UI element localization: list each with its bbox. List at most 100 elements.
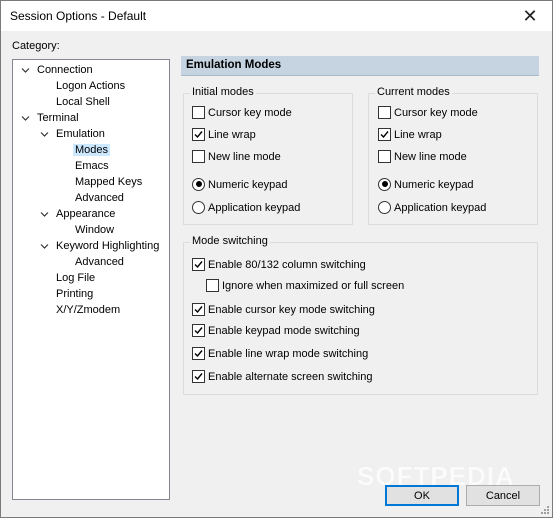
title-bar: Session Options - Default ✕	[1, 1, 552, 31]
initial-numeric-keypad-radio[interactable]: Numeric keypad	[192, 177, 287, 193]
tree-item-label: Local Shell	[56, 96, 110, 108]
ok-button[interactable]: OK	[385, 485, 459, 506]
current-line-wrap-checkbox[interactable]: Line wrap	[378, 127, 442, 143]
radio-circle	[192, 177, 205, 191]
section-header: Emulation Modes	[181, 56, 539, 76]
cancel-label: Cancel	[485, 489, 521, 502]
current-application-keypad-radio[interactable]: Application keypad	[378, 200, 486, 216]
tree-item[interactable]: Printing	[54, 287, 95, 302]
checkbox-box	[192, 369, 205, 383]
current-new-line-mode-checkbox[interactable]: New line mode	[378, 149, 467, 165]
section-title: Emulation Modes	[186, 59, 282, 71]
tree-item[interactable]: Connection	[21, 63, 95, 78]
tree-item[interactable]: Local Shell	[54, 95, 112, 110]
tree-item[interactable]: Window	[73, 223, 116, 238]
checkbox-label: Line wrap	[394, 129, 442, 141]
initial-application-keypad-radio[interactable]: Application keypad	[192, 200, 300, 216]
tree-item[interactable]: Log File	[54, 271, 97, 286]
radio-circle	[378, 177, 391, 191]
tree-item[interactable]: Advanced	[73, 255, 126, 270]
checkbox-label: New line mode	[394, 151, 467, 163]
enable-alt-screen-switching-checkbox[interactable]: Enable alternate screen switching	[192, 369, 372, 385]
enable-80-132-checkbox[interactable]: Enable 80/132 column switching	[192, 257, 366, 273]
checkbox-box	[378, 105, 391, 119]
tree-item[interactable]: Terminal	[21, 111, 81, 126]
tree-item-label: X/Y/Zmodem	[56, 304, 121, 316]
radio-circle	[378, 200, 391, 214]
session-options-dialog: Session Options - Default ✕ Category: Co…	[0, 0, 553, 518]
tree-item[interactable]: Emulation	[40, 127, 107, 142]
ok-label: OK	[414, 489, 430, 502]
tree-item-label: Appearance	[56, 208, 116, 220]
radio-label: Application keypad	[208, 202, 301, 214]
close-button[interactable]: ✕	[508, 1, 552, 31]
tree-item[interactable]: Mapped Keys	[73, 175, 144, 190]
tree-item-label: Connection	[37, 64, 93, 76]
checkbox-label: Enable keypad mode switching	[208, 325, 360, 337]
checkbox-box	[206, 278, 219, 292]
checkbox-label: Cursor key mode	[394, 107, 478, 119]
tree-item-label: Terminal	[37, 112, 79, 124]
enable-line-wrap-switching-checkbox[interactable]: Enable line wrap mode switching	[192, 346, 368, 362]
checkbox-box	[192, 257, 205, 271]
radio-circle	[192, 200, 205, 214]
tree-item[interactable]: Appearance	[40, 207, 117, 222]
current-numeric-keypad-radio[interactable]: Numeric keypad	[378, 177, 473, 193]
category-label: Category:	[12, 40, 60, 52]
tree-item-label: Logon Actions	[56, 80, 126, 92]
checkbox-box	[192, 149, 205, 163]
tree-item[interactable]: X/Y/Zmodem	[54, 303, 122, 318]
checkbox-label: Enable 80/132 column switching	[208, 259, 366, 271]
chevron-down-icon[interactable]	[21, 66, 30, 75]
mode-switching-title: Mode switching	[190, 235, 270, 247]
checkbox-box	[378, 149, 391, 163]
enable-cursor-key-switching-checkbox[interactable]: Enable cursor key mode switching	[192, 302, 375, 318]
checkbox-label: Ignore when maximized or full screen	[222, 280, 405, 292]
tree-item-label: Advanced	[75, 192, 124, 204]
checkbox-label: Enable line wrap mode switching	[208, 348, 369, 360]
checkbox-box	[192, 323, 205, 337]
checkbox-label: New line mode	[208, 151, 281, 163]
category-tree[interactable]: Connection Logon Actions Local Shell Termin…	[12, 59, 170, 500]
tree-item-label: Printing	[56, 288, 94, 300]
tree-item-label: Keyword Highlighting	[56, 240, 160, 252]
radio-label: Application keypad	[394, 202, 487, 214]
current-modes-title: Current modes	[375, 86, 452, 98]
chevron-down-icon[interactable]	[40, 242, 49, 251]
chevron-down-icon[interactable]	[40, 130, 49, 139]
radio-label: Numeric keypad	[208, 179, 288, 191]
initial-modes-title: Initial modes	[190, 86, 256, 98]
checkbox-box	[192, 127, 205, 141]
checkbox-box	[192, 346, 205, 360]
window-title: Session Options - Default	[10, 9, 147, 23]
ignore-maximized-checkbox[interactable]: Ignore when maximized or full screen	[206, 278, 404, 294]
cancel-button[interactable]: Cancel	[466, 485, 540, 506]
tree-item-label: Window	[75, 224, 115, 236]
checkbox-box	[378, 127, 391, 141]
checkbox-label: Enable cursor key mode switching	[208, 304, 375, 316]
tree-item-label: Modes	[73, 144, 111, 156]
tree-item[interactable]: Modes	[73, 143, 111, 158]
resize-grip-icon[interactable]	[540, 505, 550, 515]
chevron-down-icon[interactable]	[21, 114, 30, 123]
tree-item-label: Emulation	[56, 128, 105, 140]
checkbox-box	[192, 105, 205, 119]
initial-cursor-key-mode-checkbox[interactable]: Cursor key mode	[192, 105, 292, 121]
tree-item-label: Mapped Keys	[75, 176, 143, 188]
initial-new-line-mode-checkbox[interactable]: New line mode	[192, 149, 281, 165]
tree-item-label: Emacs	[75, 160, 109, 172]
radio-label: Numeric keypad	[394, 179, 474, 191]
tree-item-label: Advanced	[75, 256, 124, 268]
checkbox-label: Cursor key mode	[208, 107, 292, 119]
tree-item-label: Log File	[56, 272, 96, 284]
tree-item[interactable]: Emacs	[73, 159, 111, 174]
checkbox-box	[192, 302, 205, 316]
close-icon: ✕	[522, 5, 538, 26]
tree-item[interactable]: Logon Actions	[54, 79, 127, 94]
enable-keypad-switching-checkbox[interactable]: Enable keypad mode switching	[192, 323, 360, 339]
tree-item[interactable]: Advanced	[73, 191, 126, 206]
tree-item[interactable]: Keyword Highlighting	[40, 239, 161, 254]
chevron-down-icon[interactable]	[40, 210, 49, 219]
current-cursor-key-mode-checkbox[interactable]: Cursor key mode	[378, 105, 478, 121]
initial-line-wrap-checkbox[interactable]: Line wrap	[192, 127, 256, 143]
